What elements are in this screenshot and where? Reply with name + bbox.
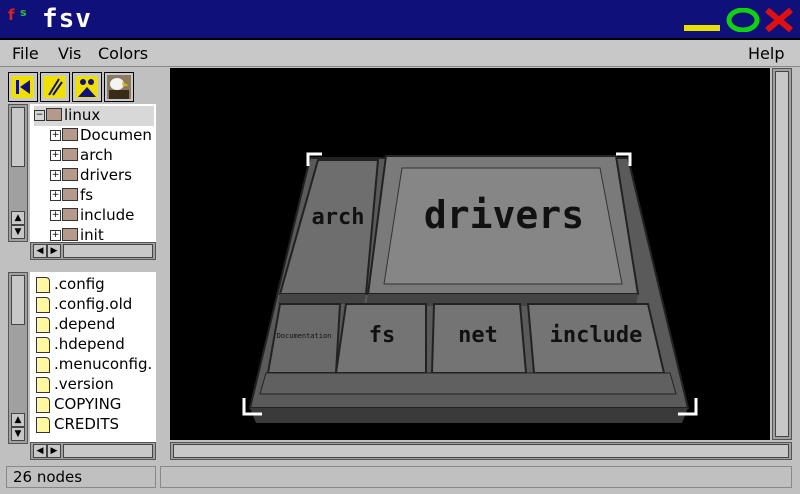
block-label-documentation: Documentation [277, 332, 332, 340]
cd-root-button[interactable] [8, 72, 38, 102]
folder-icon [62, 148, 78, 161]
view-vscroll-thumb[interactable] [775, 71, 789, 437]
view-horizontal-scrollbar[interactable] [170, 442, 792, 460]
block-label-fs: fs [369, 323, 396, 348]
file-item[interactable]: COPYING [36, 395, 121, 415]
app-logo-icon: fs [8, 6, 27, 24]
go-up-icon [44, 76, 66, 98]
files-scroll-up-arrow[interactable]: ▲ [11, 413, 25, 427]
folder-icon [62, 208, 78, 221]
collapse-icon[interactable]: − [34, 110, 45, 121]
file-icon [36, 316, 50, 333]
file-list: .config .config.old .depend .hdepend .me… [30, 272, 156, 442]
files-scroll-right-arrow[interactable]: ▶ [47, 444, 61, 458]
tree-item-drivers[interactable]: + drivers [50, 166, 132, 186]
status-message-area [160, 466, 792, 488]
directory-tree: − linux + Documen + arch + drivers + fs + incl… [30, 104, 156, 242]
file-icon [36, 416, 50, 433]
tree-scroll-up-arrow[interactable]: ▲ [11, 211, 25, 225]
block-label-arch: arch [312, 205, 365, 230]
file-item[interactable]: .config [36, 275, 105, 295]
tree-horizontal-scrollbar[interactable]: ◀ ▶ [30, 242, 156, 260]
minimize-button[interactable] [684, 8, 722, 32]
folder-icon [62, 128, 78, 141]
file-item[interactable]: .version [36, 375, 114, 395]
folder-icon [46, 108, 62, 121]
view-vertical-scrollbar[interactable] [772, 68, 792, 440]
file-item[interactable]: CREDITS [36, 415, 119, 435]
expand-icon[interactable]: + [50, 130, 61, 141]
files-vertical-scrollbar[interactable]: ▲ ▼ [8, 272, 28, 444]
expand-icon[interactable]: + [50, 210, 61, 221]
tree-scroll-down-arrow[interactable]: ▼ [11, 225, 25, 239]
file-item[interactable]: .config.old [36, 295, 132, 315]
menu-help[interactable]: Help [748, 44, 784, 63]
eagle-icon [107, 75, 131, 99]
menu-bar: File Vis Colors Help [0, 40, 800, 67]
file-item[interactable]: .menuconfig. [36, 355, 152, 375]
file-icon [36, 356, 50, 373]
menu-colors[interactable]: Colors [98, 44, 148, 63]
window-title: fsv [42, 4, 92, 34]
status-bar: 26 nodes [6, 466, 156, 488]
title-bar: fs fsv [0, 0, 800, 40]
expand-icon[interactable]: + [50, 150, 61, 161]
file-icon [36, 296, 50, 313]
menu-file[interactable]: File [12, 44, 39, 63]
tree-item-documentation[interactable]: + Documen [50, 126, 152, 146]
file-item[interactable]: .hdepend [36, 335, 125, 355]
maximize-button[interactable] [726, 8, 762, 32]
pane-splitter[interactable] [8, 262, 156, 270]
file-icon [36, 376, 50, 393]
expand-icon[interactable]: + [50, 170, 61, 181]
folder-icon [62, 188, 78, 201]
close-button[interactable] [764, 8, 794, 32]
tree-item-root[interactable]: − linux [34, 106, 154, 126]
treemap-render: arch drivers Documentation fs net includ… [242, 152, 698, 423]
block-label-drivers: drivers [424, 193, 584, 237]
files-horizontal-scrollbar[interactable]: ◀ ▶ [30, 442, 156, 460]
tree-scroll-left-arrow[interactable]: ◀ [33, 244, 47, 258]
files-scroll-left-arrow[interactable]: ◀ [33, 444, 47, 458]
file-icon [36, 396, 50, 413]
tree-scroll-right-arrow[interactable]: ▶ [47, 244, 61, 258]
eagle-view-button[interactable] [104, 72, 134, 102]
tree-vertical-scrollbar[interactable]: ▲ ▼ [8, 104, 28, 242]
menu-vis[interactable]: Vis [58, 44, 81, 63]
go-root-icon [12, 76, 34, 98]
block-label-net: net [458, 323, 498, 348]
expand-icon[interactable]: + [50, 190, 61, 201]
expand-icon[interactable]: + [50, 230, 61, 241]
files-scroll-thumb[interactable] [11, 275, 25, 325]
files-hscroll-thumb[interactable] [63, 444, 153, 458]
tree-item-fs[interactable]: + fs [50, 186, 93, 206]
view-hscroll-thumb[interactable] [173, 444, 789, 458]
file-icon [36, 336, 50, 353]
birdseye-button[interactable] [72, 72, 102, 102]
tree-hscroll-thumb[interactable] [63, 244, 153, 258]
files-scroll-down-arrow[interactable]: ▼ [11, 427, 25, 441]
filesystem-3d-view[interactable]: arch drivers Documentation fs net includ… [170, 68, 770, 440]
cd-up-button[interactable] [40, 72, 70, 102]
birdseye-icon [76, 76, 98, 98]
file-icon [36, 276, 50, 293]
tree-scroll-thumb[interactable] [11, 107, 25, 167]
file-item[interactable]: .depend [36, 315, 115, 335]
tree-item-arch[interactable]: + arch [50, 146, 113, 166]
vertical-splitter[interactable] [158, 68, 168, 460]
folder-icon [62, 168, 78, 181]
tree-item-init[interactable]: + init [50, 226, 104, 242]
tree-item-include[interactable]: + include [50, 206, 134, 226]
block-label-include: include [550, 323, 643, 348]
folder-icon [62, 228, 78, 241]
